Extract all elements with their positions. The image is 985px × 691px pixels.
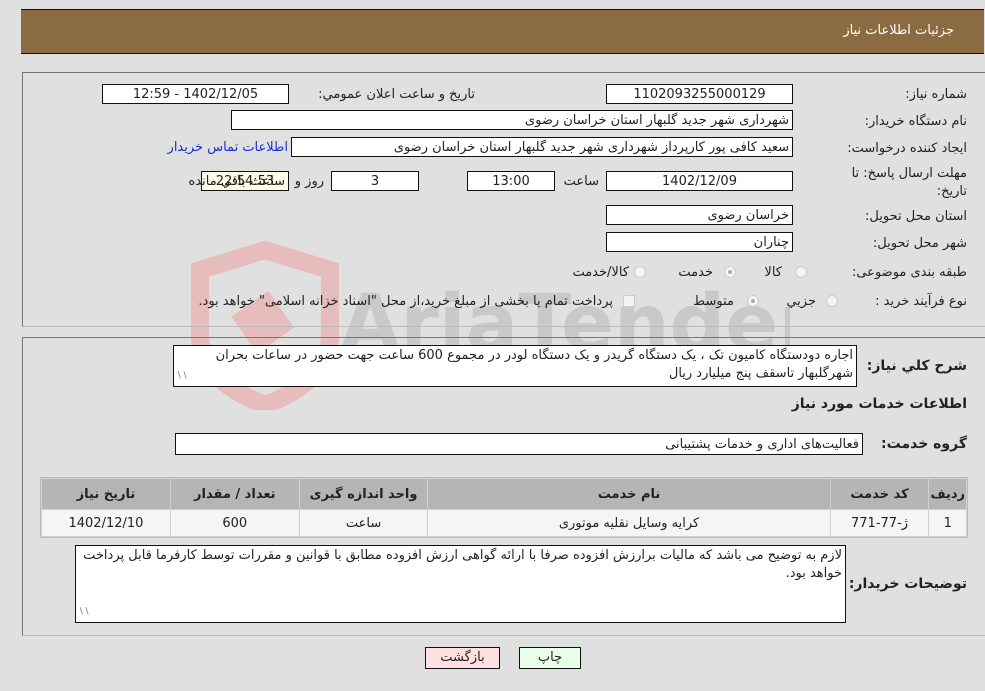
buyer-notes-label: توضیحات خریدار: — [848, 576, 967, 592]
buyer-org-field: شهرداری شهر جدید گلبهار استان خراسان رضو… — [231, 110, 793, 130]
col-service-name: نام خدمت — [428, 479, 830, 509]
creator-label: ایجاد کننده درخواست: — [847, 141, 967, 156]
city-field: چناران — [606, 232, 793, 252]
process-label: نوع فرآیند خرید : — [875, 294, 967, 309]
col-unit: واحد اندازه گیری — [299, 479, 428, 509]
category-goods-service-radio[interactable] — [634, 266, 646, 278]
province-label: استان محل تحویل: — [865, 209, 967, 224]
category-goods-service-label: کالا/خدمت — [572, 265, 629, 280]
need-number-label: شماره نیاز: — [905, 87, 967, 102]
process-minor-label: جزیي — [786, 294, 816, 309]
deadline-time-field: 13:00 — [467, 171, 555, 191]
cell-service-code: ژ-77-771 — [830, 510, 929, 536]
services-table: ردیف کد خدمت نام خدمت واحد اندازه گیری ت… — [40, 477, 968, 538]
buyer-contact-link[interactable]: اطلاعات تماس خریدار — [168, 140, 288, 155]
buyer-notes-textarea[interactable]: لازم به توضیح می باشد که مالیات برارزش ا… — [75, 545, 846, 623]
cell-quantity: 600 — [170, 510, 299, 536]
treasury-checkbox[interactable] — [623, 295, 635, 307]
days-label: روز و — [294, 174, 324, 189]
service-group-field: فعالیت‌های اداری و خدمات پشتیبانی — [175, 433, 863, 455]
resize-grip-icon[interactable]: ∖∖ — [176, 367, 187, 385]
announce-field: 1402/12/05 - 12:59 — [102, 84, 289, 104]
category-service-label: خدمت — [678, 265, 713, 280]
description-textarea[interactable]: اجاره دودستگاه کامیون تک ، یک دستگاه گری… — [173, 345, 857, 387]
cell-need-date: 1402/12/10 — [42, 510, 170, 536]
table-row: 1 ژ-77-771 کرایه وسایل نقلیه موتوری ساعت… — [42, 510, 966, 536]
process-medium-label: متوسط — [693, 294, 734, 309]
col-need-date: تاریخ نیاز — [42, 479, 170, 509]
time-remaining-label: ساعت باقي مانده — [188, 174, 285, 189]
service-group-label: گروه خدمت: — [881, 436, 967, 452]
cell-service-name: کرایه وسایل نقلیه موتوری — [428, 510, 830, 536]
col-service-code: کد خدمت — [830, 479, 929, 509]
buyer-notes-text: لازم به توضیح می باشد که مالیات برارزش ا… — [83, 548, 842, 581]
city-label: شهر محل تحویل: — [872, 236, 967, 251]
col-quantity: تعداد / مقدار — [170, 479, 299, 509]
deadline-label: مهلت ارسال پاسخ: تا تاریخ: — [851, 166, 967, 199]
cell-row-number: 1 — [929, 510, 966, 536]
page-header: جزئیات اطلاعات نیاز — [21, 9, 984, 54]
print-button[interactable]: چاپ — [519, 647, 581, 669]
deadline-time-label: ساعت — [563, 174, 599, 189]
services-heading: اطلاعات خدمات مورد نیاز — [791, 396, 967, 412]
back-button[interactable]: بازگشت — [425, 647, 500, 669]
buyer-org-label: نام دستگاه خریدار: — [864, 114, 967, 129]
days-remaining-field: 3 — [331, 171, 419, 191]
need-number-field: 1102093255000129 — [606, 84, 793, 104]
resize-grip-icon[interactable]: ∖∖ — [78, 603, 89, 621]
cell-unit: ساعت — [299, 510, 428, 536]
col-row-number: ردیف — [929, 479, 966, 509]
creator-field: سعید کافی پور کارپرداز شهرداری شهر جدید … — [291, 137, 793, 157]
treasury-note: پرداخت تمام یا بخشی از مبلغ خرید،از محل … — [198, 294, 613, 309]
announce-label: تاریخ و ساعت اعلان عمومي: — [318, 87, 475, 102]
deadline-date-field: 1402/12/09 — [606, 171, 793, 191]
category-goods-radio[interactable] — [795, 266, 807, 278]
process-medium-radio[interactable] — [747, 295, 759, 307]
description-label: شرح کلي نیاز: — [866, 358, 967, 374]
table-header-row: ردیف کد خدمت نام خدمت واحد اندازه گیری ت… — [42, 479, 966, 509]
category-label: طبقه بندی موضوعی: — [851, 265, 967, 280]
page-title: جزئیات اطلاعات نیاز — [843, 23, 954, 38]
description-text: اجاره دودستگاه کامیون تک ، یک دستگاه گری… — [215, 348, 853, 381]
process-minor-radio[interactable] — [826, 295, 838, 307]
category-goods-label: کالا — [764, 265, 782, 280]
category-service-radio[interactable] — [724, 266, 736, 278]
province-field: خراسان رضوی — [606, 205, 793, 225]
